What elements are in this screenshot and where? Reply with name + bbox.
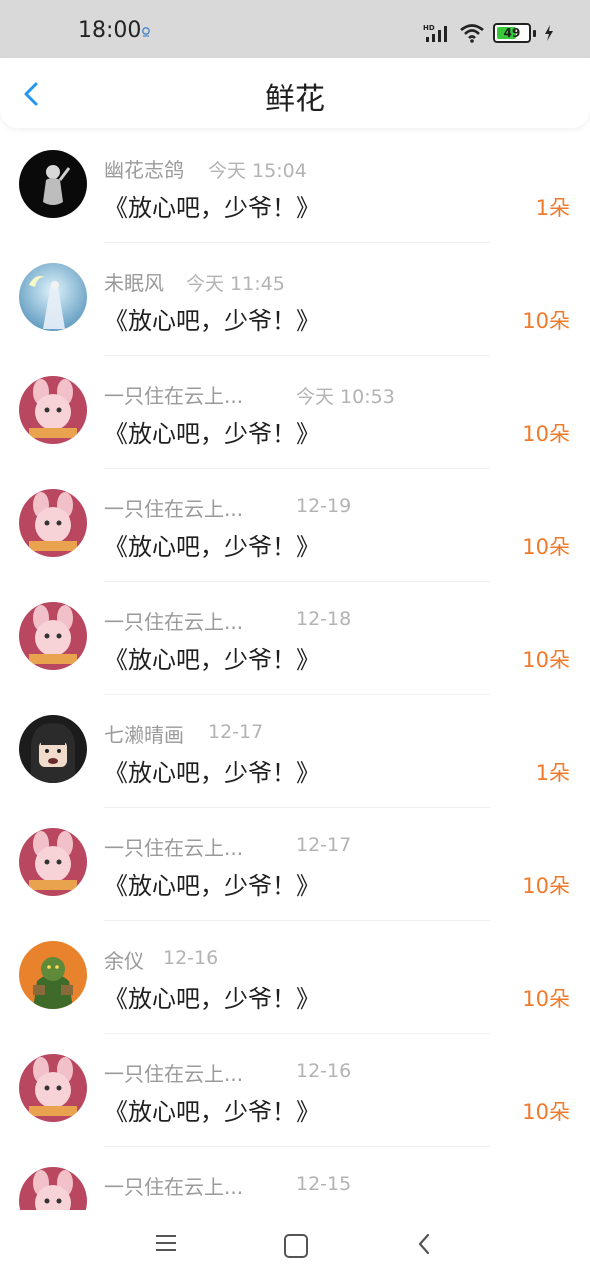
header: 鲜花 — [0, 58, 590, 128]
sent-time: 12-18 — [296, 608, 352, 630]
sender-name: 一只住在云上... — [104, 497, 244, 521]
book-title: 《放心吧，少爷！》 — [104, 533, 320, 561]
sent-time: 今天 11:45 — [186, 273, 285, 295]
svg-text:HD: HD — [423, 24, 435, 32]
avatar-pink-rabbit[interactable] — [19, 828, 87, 896]
sent-time: 12-17 — [208, 721, 264, 743]
list-item[interactable]: 幽花志鸽 今天 15:04 《放心吧，少爷！》 1朵 — [0, 130, 590, 243]
book-title: 《放心吧，少爷！》 — [104, 307, 320, 335]
avatar-green-orc[interactable] — [19, 941, 87, 1009]
sender-name: 一只住在云上... — [104, 836, 244, 860]
sent-time: 12-16 — [296, 1060, 352, 1082]
flower-count: 10朵 — [522, 535, 570, 559]
avatar-pink-rabbit[interactable] — [19, 1167, 87, 1210]
sent-time: 今天 10:53 — [296, 386, 395, 408]
sender-name: 七濑晴画 — [104, 723, 184, 747]
list-item[interactable]: 一只住在云上... 今天 10:53 《放心吧，少爷！》 10朵 — [0, 356, 590, 469]
book-title: 《放心吧，少爷！》 — [104, 1098, 320, 1126]
avatar-pink-rabbit[interactable] — [19, 376, 87, 444]
book-title: 《放心吧，少爷！》 — [104, 646, 320, 674]
sender-name: 一只住在云上... — [104, 1062, 244, 1086]
sender-name: 幽花志鸽 — [104, 158, 184, 182]
book-title: 《放心吧，少爷！》 — [104, 872, 320, 900]
page-title: 鲜花 — [265, 82, 325, 117]
sent-time: 12-17 — [296, 834, 352, 856]
avatar-pink-rabbit[interactable] — [19, 1054, 87, 1122]
book-title: 《放心吧，少爷！》 — [104, 759, 320, 787]
sender-name: 未眠风 — [104, 271, 164, 295]
list-item[interactable]: 一只住在云上... 12-19 《放心吧，少爷！》 10朵 — [0, 469, 590, 582]
sent-time: 12-16 — [163, 947, 219, 969]
list-item[interactable]: 一只住在云上... 12-18 《放心吧，少爷！》 10朵 — [0, 582, 590, 695]
sender-name: 一只住在云上... — [104, 384, 244, 408]
flower-count: 10朵 — [522, 1100, 570, 1124]
system-nav-bar — [0, 1210, 590, 1280]
flower-count: 10朵 — [522, 874, 570, 898]
avatar-blue-fantasy[interactable] — [19, 263, 87, 331]
sender-name: 一只住在云上... — [104, 610, 244, 634]
list-item[interactable]: 一只住在云上... 12-15 — [0, 1147, 590, 1210]
flower-count: 1朵 — [535, 761, 570, 785]
notification-icon — [142, 27, 150, 37]
flower-count: 10朵 — [522, 422, 570, 446]
book-title: 《放心吧，少爷！》 — [104, 985, 320, 1013]
sender-name: 一只住在云上... — [104, 1175, 244, 1199]
status-time: 18:00 — [78, 18, 142, 43]
battery-icon: 49 — [493, 23, 531, 43]
list-item[interactable]: 一只住在云上... 12-17 《放心吧，少爷！》 10朵 — [0, 808, 590, 921]
sent-time: 12-15 — [296, 1173, 352, 1195]
book-title: 《放心吧，少爷！》 — [104, 194, 320, 222]
list-item[interactable]: 未眠风 今天 11:45 《放心吧，少爷！》 10朵 — [0, 243, 590, 356]
battery-level: 49 — [503, 26, 521, 40]
sent-time: 今天 15:04 — [208, 160, 307, 182]
battery-tip — [533, 29, 536, 37]
avatar-cartoon-girl[interactable] — [19, 715, 87, 783]
status-icons: HD 49 — [423, 20, 554, 46]
status-bar: 18:00 HD 49 — [0, 0, 590, 58]
wifi-icon — [460, 24, 484, 43]
book-title: 《放心吧，少爷！》 — [104, 420, 320, 448]
flower-count: 10朵 — [522, 309, 570, 333]
sent-time: 12-19 — [296, 495, 352, 517]
sender-name: 余仪 — [104, 949, 144, 973]
avatar-pink-rabbit[interactable] — [19, 489, 87, 557]
signal-icon: HD — [423, 24, 447, 42]
list-item[interactable]: 一只住在云上... 12-16 《放心吧，少爷！》 10朵 — [0, 1034, 590, 1147]
list-item[interactable]: 七濑晴画 12-17 《放心吧，少爷！》 1朵 — [0, 695, 590, 808]
list-item[interactable]: 余仪 12-16 《放心吧，少爷！》 10朵 — [0, 921, 590, 1034]
flower-count: 1朵 — [535, 196, 570, 220]
nav-back-icon[interactable] — [416, 1232, 432, 1256]
flower-count: 10朵 — [522, 987, 570, 1011]
avatar-pink-rabbit[interactable] — [19, 602, 87, 670]
menu-icon[interactable] — [155, 1234, 177, 1252]
avatar-dark-statue[interactable] — [19, 150, 87, 218]
flower-list: 幽花志鸽 今天 15:04 《放心吧，少爷！》 1朵 未眠风 今天 11:45 — [0, 130, 590, 1210]
home-icon[interactable] — [284, 1234, 308, 1258]
charging-icon — [545, 25, 553, 41]
flower-count: 10朵 — [522, 648, 570, 672]
